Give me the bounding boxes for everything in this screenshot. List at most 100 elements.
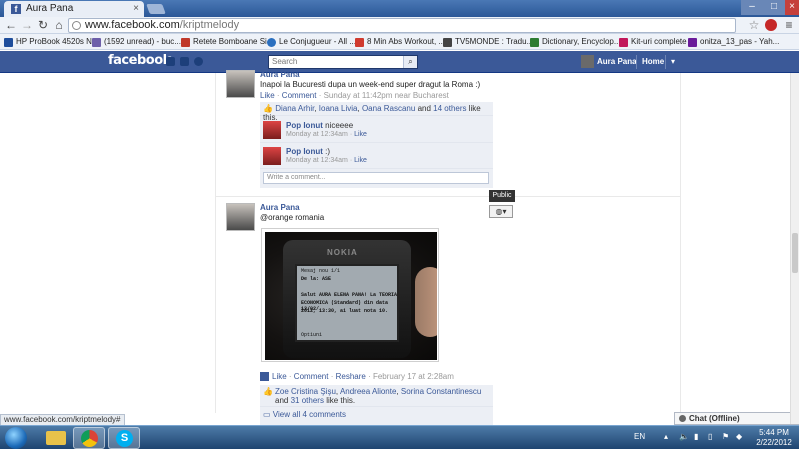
comment-time[interactable]: Monday at 12:34am bbox=[286, 157, 348, 164]
antivirus-icon[interactable]: ◆ bbox=[736, 432, 742, 441]
new-tab-button[interactable] bbox=[146, 4, 166, 14]
browser-tab[interactable]: f Aura Pana × bbox=[4, 1, 144, 17]
reshare-link[interactable]: Reshare bbox=[336, 372, 366, 381]
wrench-menu-icon[interactable]: ≡ bbox=[781, 17, 797, 33]
notifications-icon[interactable] bbox=[194, 57, 203, 66]
comment: Pop Ionut :) Monday at 12:34am · Like bbox=[260, 144, 493, 169]
others-link[interactable]: 31 others bbox=[291, 396, 324, 405]
chrome-icon bbox=[81, 430, 98, 447]
url-path: /kriptmelody bbox=[179, 19, 240, 31]
bookmark-dictionary[interactable]: Dictionary, Encyclop... bbox=[530, 35, 621, 49]
post-timestamp[interactable]: Sunday at 11:42pm near Bucharest bbox=[324, 91, 449, 100]
action-center-flag-icon[interactable]: ⚑ bbox=[722, 432, 729, 441]
explorer-taskbar-button[interactable] bbox=[40, 427, 72, 449]
home-icon[interactable]: ⌂ bbox=[51, 17, 67, 33]
scrollbar-thumb[interactable] bbox=[792, 233, 798, 273]
post-author-avatar[interactable] bbox=[226, 70, 255, 98]
commenter-avatar[interactable] bbox=[263, 147, 281, 165]
view-all-comments-link[interactable]: View all 4 comments bbox=[273, 410, 346, 419]
post-author[interactable]: Aura Pana bbox=[260, 70, 300, 79]
sms-line: Salut AURA ELENA PANA! La TEORIA bbox=[301, 292, 398, 298]
network-icon[interactable]: ▮ bbox=[694, 432, 698, 441]
bookmark-conjugueur[interactable]: Le Conjugueur - All ... bbox=[267, 35, 356, 49]
post-actions: Like · Comment · Reshare · February 17 a… bbox=[260, 372, 454, 381]
bookmark-star-icon[interactable]: ☆ bbox=[746, 17, 762, 33]
url-domain: www.facebook.com bbox=[85, 19, 180, 31]
friend-requests-icon[interactable] bbox=[166, 57, 175, 66]
facebook-favicon-icon: f bbox=[11, 4, 21, 14]
thumbs-up-icon: 👍 bbox=[263, 387, 273, 396]
liker-name[interactable]: Diana Arhir bbox=[275, 104, 314, 113]
bookmark-hp-probook[interactable]: HP ProBook 4520s N... bbox=[4, 35, 99, 49]
tab-title: Aura Pana bbox=[26, 3, 74, 14]
folder-icon bbox=[46, 431, 66, 445]
page-scrollbar[interactable] bbox=[790, 73, 799, 424]
profile-link[interactable]: Aura Pana bbox=[581, 55, 637, 69]
skype-taskbar-button[interactable]: S bbox=[108, 427, 140, 449]
liker-name[interactable]: Ioana Livia bbox=[319, 104, 358, 113]
comment-author[interactable]: Pop Ionut bbox=[286, 121, 323, 130]
bookmark-kit-uri[interactable]: Kit-uri complete bbox=[619, 35, 687, 49]
bookmark-onitza[interactable]: onitza_13_pas - Yah... bbox=[688, 35, 779, 49]
windows-taskbar: S EN ▴ 🔈 ▮ ▯ ⚑ ◆ 5:44 PM 2/22/2012 bbox=[0, 425, 799, 449]
search-icon[interactable]: ⌕ bbox=[403, 56, 417, 68]
facebook-logo[interactable]: facebook bbox=[108, 53, 171, 68]
comment-like-link[interactable]: Like bbox=[354, 131, 367, 138]
messages-icon[interactable] bbox=[180, 57, 189, 66]
divider bbox=[636, 55, 637, 69]
post-timestamp[interactable]: February 17 at 2:28am bbox=[373, 372, 454, 381]
home-link[interactable]: Home bbox=[642, 55, 664, 69]
show-hidden-icons-icon[interactable]: ▴ bbox=[664, 432, 668, 441]
close-window-button[interactable]: × bbox=[785, 0, 799, 15]
post-author-avatar[interactable] bbox=[226, 203, 255, 231]
language-indicator[interactable]: EN bbox=[634, 432, 645, 441]
liker-name[interactable]: Sorina Constantinescu bbox=[401, 387, 482, 396]
minimize-button[interactable]: – bbox=[741, 0, 763, 15]
bookmark-retete[interactable]: Retete Bomboane Si... bbox=[181, 35, 274, 49]
maximize-button[interactable]: □ bbox=[763, 0, 785, 15]
timeline-right-border bbox=[680, 73, 681, 413]
post-photo[interactable]: NOKIA Mesaj nou 1/1 De la: ASE Salut AUR… bbox=[261, 228, 439, 362]
globe-icon bbox=[267, 38, 276, 47]
volume-icon[interactable]: 🔈 bbox=[679, 432, 689, 441]
tab-close-icon[interactable]: × bbox=[133, 1, 139, 16]
liker-name[interactable]: Zoe Cristina Şişu bbox=[275, 387, 336, 396]
thumbs-up-icon: 👍 bbox=[263, 104, 273, 113]
address-bar[interactable]: www.facebook.com/kriptmelody bbox=[68, 18, 736, 33]
liker-name[interactable]: Oana Rascanu bbox=[362, 104, 415, 113]
privacy-selector-button[interactable]: ◍▾ bbox=[489, 205, 513, 218]
search-input[interactable]: Search ⌕ bbox=[268, 55, 418, 69]
others-link[interactable]: 14 others bbox=[433, 104, 466, 113]
forward-arrow-icon[interactable]: → bbox=[19, 17, 35, 33]
comment-time[interactable]: Monday at 12:34am bbox=[286, 131, 348, 138]
windows-start-button[interactable] bbox=[5, 427, 27, 449]
chat-bar[interactable]: Chat (Offline) bbox=[674, 412, 799, 425]
power-icon[interactable]: ▯ bbox=[708, 432, 712, 441]
chrome-taskbar-button[interactable] bbox=[73, 427, 105, 449]
comment-link[interactable]: Comment bbox=[282, 91, 317, 100]
commenter-avatar[interactable] bbox=[263, 121, 281, 139]
comment-link[interactable]: Comment bbox=[294, 372, 329, 381]
liker-name[interactable]: Andreea Alionte bbox=[340, 387, 397, 396]
likes-row: 👍 Diana Arhir, Ioana Livia, Oana Rascanu… bbox=[260, 102, 493, 122]
comment-like-link[interactable]: Like bbox=[354, 157, 367, 164]
opera-extension-icon[interactable] bbox=[765, 19, 777, 31]
like-link[interactable]: Like bbox=[260, 91, 275, 100]
kit-icon bbox=[619, 38, 628, 47]
back-arrow-icon[interactable]: ← bbox=[3, 17, 19, 33]
sms-line: De la: ASE bbox=[301, 276, 332, 282]
system-clock[interactable]: 5:44 PM 2/22/2012 bbox=[752, 428, 796, 448]
phone-screen: Mesaj nou 1/1 De la: ASE Salut AURA ELEN… bbox=[295, 264, 399, 342]
bookmark-tv5monde[interactable]: TV5MONDE : Tradu... bbox=[443, 35, 533, 49]
bookmark-unread-mail[interactable]: (1592 unread) - buc... bbox=[92, 35, 181, 49]
post-author[interactable]: Aura Pana bbox=[260, 203, 300, 212]
skype-icon: S bbox=[116, 430, 133, 447]
comment-author[interactable]: Pop Ionut bbox=[286, 147, 323, 156]
view-all-comments[interactable]: ▭ View all 4 comments bbox=[263, 410, 346, 419]
reload-icon[interactable]: ↻ bbox=[35, 17, 51, 33]
comment-bubble-icon: ▭ bbox=[263, 410, 271, 419]
avatar bbox=[581, 55, 594, 68]
bookmark-abs-workout[interactable]: 8 Min Abs Workout, ... bbox=[355, 35, 445, 49]
account-menu-chevron-down-icon[interactable]: ▾ bbox=[671, 55, 675, 69]
comment-input[interactable]: Write a comment... bbox=[263, 172, 489, 184]
